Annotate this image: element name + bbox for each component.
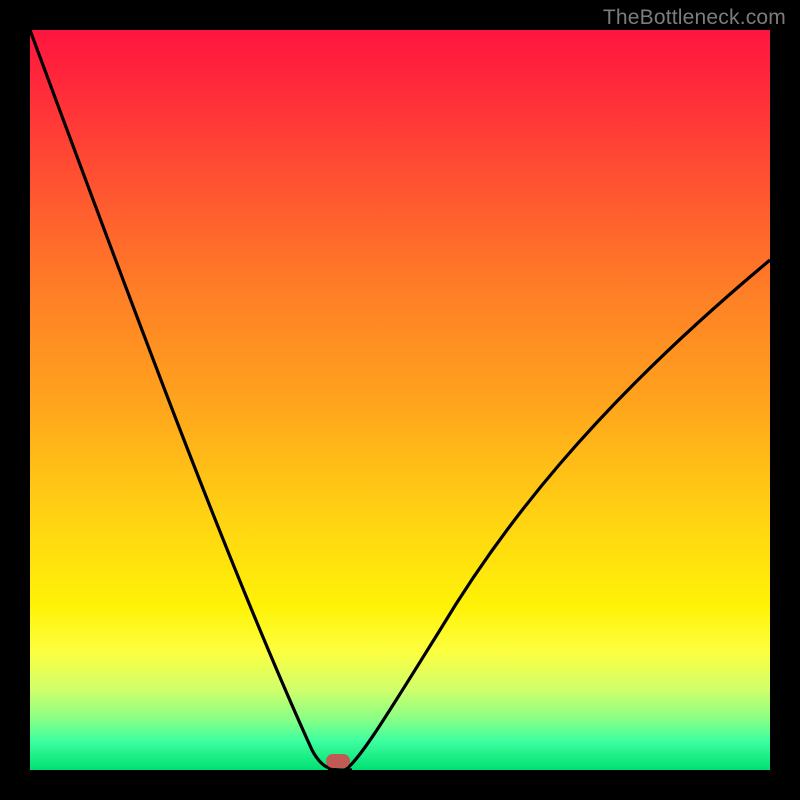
watermark-text: TheBottleneck.com: [603, 6, 786, 30]
plot-area: [30, 30, 770, 770]
optimal-marker: [326, 754, 350, 768]
bottleneck-curve: [30, 30, 770, 770]
chart-frame: TheBottleneck.com: [0, 0, 800, 800]
